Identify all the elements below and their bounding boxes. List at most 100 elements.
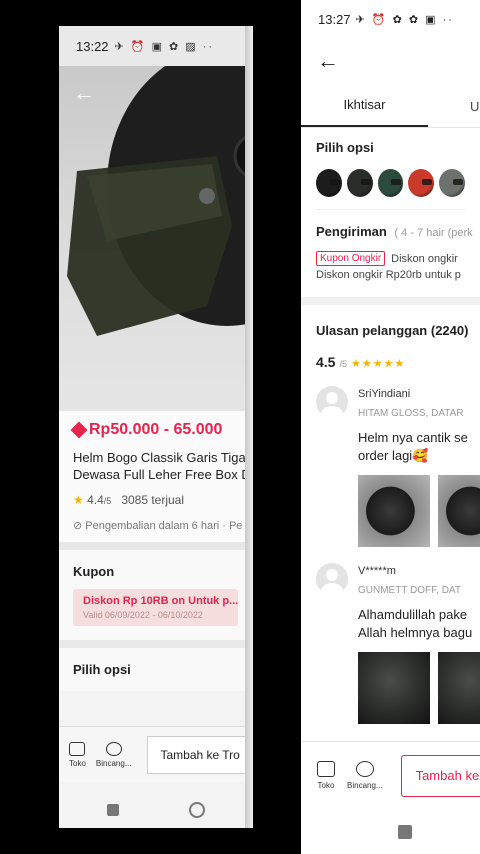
top-bar: ← (301, 38, 480, 84)
pilih-opsi-section: Pilih opsi (301, 128, 480, 209)
store-icon (317, 761, 335, 777)
left-phone-screen: 13:22 ✈ ⏰ ▣ ✿ ▨ ·· ← Rp50.000 - 65.000 H… (59, 26, 252, 828)
chat-label: Bincang... (347, 781, 383, 790)
reviewer-name: V*****m (358, 565, 396, 577)
screen: 13:22 ✈ ⏰ ▣ ✿ ▨ ·· ← Rp50.000 - 65.000 H… (0, 0, 480, 854)
toko-label: Toko (317, 781, 335, 790)
review-text-line1: Helm nya cantik se (358, 430, 468, 445)
recents-icon[interactable] (398, 824, 412, 839)
tab-ulasan[interactable]: U (470, 99, 479, 127)
review-text-line1: Alhamdulillah pake (358, 607, 468, 622)
product-title-line2: Dewasa Full Leher Free Box D (73, 467, 251, 482)
coupon-validity: Valid 06/09/2022 - 06/10/2022 (83, 610, 203, 620)
coupon-title: Diskon Rp 10RB on Untuk p... (83, 595, 239, 607)
bottom-action-bar: Toko Bincang... Tambah ke (301, 741, 480, 809)
return-policy-text: Pengembalian dalam 6 hari · Pe (85, 520, 243, 532)
page-edge (245, 26, 253, 828)
chat-button[interactable]: Bincang... (347, 761, 383, 790)
shipping-coupon-row: Kupon Ongkir Diskon ongkir (316, 251, 465, 266)
store-icon (69, 741, 86, 756)
price: Rp50.000 - 65.000 (70, 421, 238, 439)
delivery-time: ( 4 - 7 hair (perk (394, 227, 473, 239)
pengiriman-label: Pengiriman (316, 224, 387, 239)
rating-value: 4.4 (87, 493, 104, 507)
chat-label: Bincang... (95, 758, 132, 768)
option-swatch[interactable] (377, 169, 404, 197)
back-arrow-icon[interactable]: ← (317, 48, 339, 74)
system-nav-bar (59, 791, 252, 828)
divider (59, 542, 252, 550)
home-icon[interactable] (188, 801, 205, 818)
status-icons: ✈ ⏰ ▣ ✿ ▨ ·· (114, 40, 215, 53)
coupon-card[interactable]: Diskon Rp 10RB on Untuk p... Valid 06/09… (73, 589, 238, 626)
toko-label: Toko (69, 758, 86, 768)
kupon-title: Kupon (73, 564, 115, 579)
chat-button[interactable]: Bincang... (95, 741, 132, 768)
option-swatches (316, 169, 465, 197)
score-max: /5 (339, 359, 347, 369)
price-text: Rp50.000 - 65.000 (89, 421, 223, 438)
status-time: 13:27 (318, 11, 351, 27)
star-icon: ★ (73, 493, 84, 507)
kupon-ongkir-text: Diskon ongkir (391, 252, 458, 265)
chat-icon (355, 761, 374, 777)
system-nav-bar (301, 809, 480, 854)
status-bar: 13:27 ✈ ⏰ ✿ ✿ ▣ ·· (301, 0, 480, 38)
status-bar: 13:22 ✈ ⏰ ▣ ✿ ▨ ·· (59, 26, 252, 66)
option-swatch[interactable] (346, 169, 373, 197)
kupon-section: Kupon Diskon Rp 10RB on Untuk p... Valid… (59, 550, 252, 640)
reviews-header[interactable]: Ulasan pelanggan (2240) 4.5 /5 ★★★★★ (301, 305, 480, 370)
review-item: V*****m GUNMETT DOFF, DAT Alhamdulillah … (301, 563, 480, 724)
rating-line: ★ 4.4/5 3085 terjual (73, 493, 238, 507)
status-time: 13:22 (76, 38, 109, 54)
recents-icon[interactable] (106, 803, 119, 816)
toko-button[interactable]: Toko (69, 741, 86, 768)
review-item: SriYindiani HITAM GLOSS, DATAR Helm nya … (301, 386, 480, 547)
chat-icon (105, 741, 122, 756)
divider (59, 640, 252, 648)
avatar (316, 563, 348, 595)
product-image: ← (59, 66, 252, 411)
tab-bar: Ikhtisar U (301, 84, 480, 128)
review-photo[interactable] (358, 652, 430, 724)
star-rating-icon: ★★★★★ (350, 358, 406, 370)
kupon-ongkir-badge: Kupon Ongkir (316, 251, 386, 266)
review-variant: GUNMETT DOFF, DAT (358, 585, 461, 596)
add-to-cart-button[interactable]: Tambah ke (400, 754, 480, 797)
reviews-title: Ulasan pelanggan (2240) (316, 323, 469, 338)
return-policy[interactable]: ⊘ Pengembalian dalam 6 hari · Pe (73, 519, 242, 532)
review-photo[interactable] (438, 652, 480, 724)
option-swatch[interactable] (439, 169, 465, 197)
avatar (316, 386, 348, 418)
review-variant: HITAM GLOSS, DATAR (358, 408, 464, 419)
kupon-ongkir-detail: Diskon ongkir Rp20rb untuk p (316, 269, 461, 281)
divider (301, 297, 480, 305)
tab-ikhtisar[interactable]: Ikhtisar (301, 97, 428, 127)
shipping-section[interactable]: Pengiriman ( 4 - 7 hair (perk Kupon Ongk… (301, 210, 480, 293)
review-text-line2: Allah helmnya bagu (358, 625, 473, 640)
bottom-action-bar: Toko Bincang... Tambah ke Tro (59, 726, 252, 782)
pilih-opsi-title: Pilih opsi (73, 662, 131, 677)
review-photos (358, 475, 480, 547)
review-photos (358, 652, 480, 724)
option-swatch[interactable] (408, 169, 435, 197)
shipping-title: Pengiriman ( 4 - 7 hair (perk (316, 224, 473, 239)
option-swatch[interactable] (316, 169, 342, 197)
sold-count: 3085 terjual (121, 493, 185, 507)
reviewer-name: SriYindiani (358, 388, 411, 400)
helmet-image (67, 66, 252, 336)
product-info: Rp50.000 - 65.000 Helm Bogo Classik Gari… (59, 411, 252, 542)
rating-max: /5 (103, 496, 112, 506)
status-icons: ✈ ⏰ ✿ ✿ ▣ ·· (355, 13, 454, 26)
review-text-line2: order lagi🥰 (358, 448, 429, 463)
pilih-opsi-section[interactable]: Pilih opsi (59, 648, 252, 691)
add-to-cart-button[interactable]: Tambah ke Tro (147, 735, 252, 774)
product-title-line1: Helm Bogo Classik Garis Tiga (73, 450, 246, 465)
right-phone-screen: 13:27 ✈ ⏰ ✿ ✿ ▣ ·· ← Ikhtisar U Pilih op… (301, 0, 480, 854)
pilih-opsi-title: Pilih opsi (316, 140, 374, 155)
score-value: 4.5 (316, 354, 336, 370)
toko-button[interactable]: Toko (317, 761, 335, 790)
review-photo[interactable] (438, 475, 480, 547)
review-score: 4.5 /5 ★★★★★ (316, 354, 465, 370)
review-photo[interactable] (358, 475, 430, 547)
